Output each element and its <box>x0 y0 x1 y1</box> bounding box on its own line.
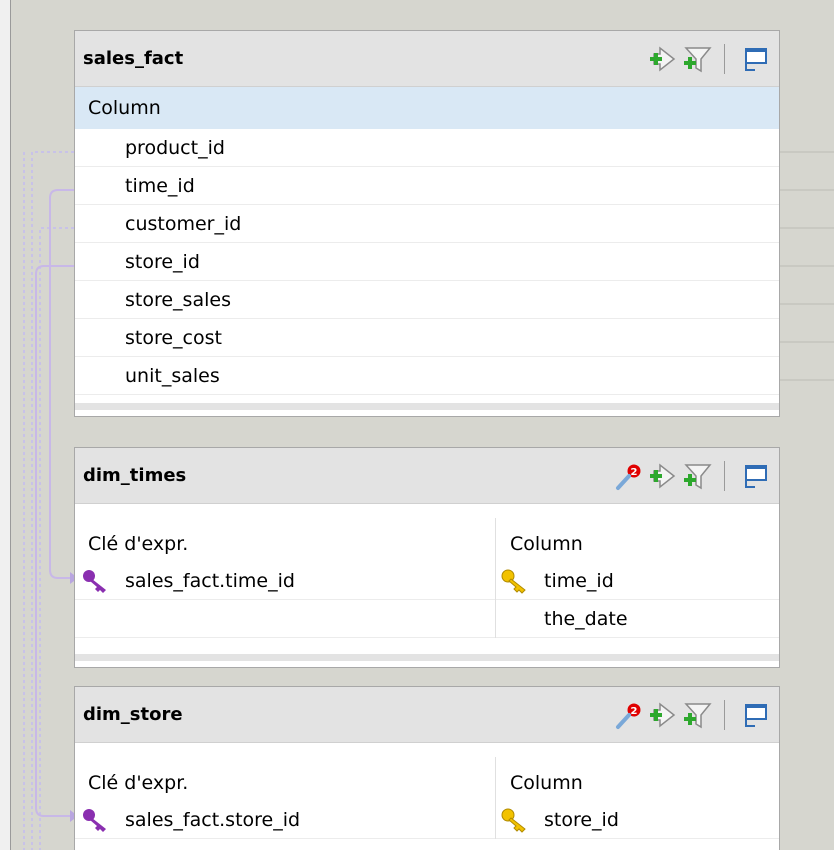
panel-header: dim_store 2 <box>75 687 779 743</box>
expression-key-column: Clé d'expr. sales_fact.store_id <box>75 757 496 839</box>
horizontal-scrollbar[interactable] <box>75 403 779 410</box>
add-filter-icon[interactable] <box>682 44 712 74</box>
column-header: Column <box>510 533 583 555</box>
connector-dotted-product <box>31 151 74 850</box>
panel-toolbar <box>648 39 771 79</box>
add-filter-icon[interactable] <box>682 700 712 730</box>
panel-header: dim_times 2 <box>75 448 779 504</box>
column-header: Column <box>510 772 583 794</box>
minimize-icon[interactable] <box>741 461 771 491</box>
expression-key-header: Clé d'expr. <box>88 533 189 555</box>
expression-key-label: sales_fact.store_id <box>125 809 301 831</box>
table-row[interactable]: time_id <box>496 562 779 600</box>
expression-builder-icon[interactable]: 2 <box>614 461 644 491</box>
expression-key-label: sales_fact.time_id <box>125 570 295 592</box>
table-row[interactable]: time_id <box>75 167 779 205</box>
panel-dim-store: dim_store 2 Clé d'expr. sales_fact.store… <box>74 686 780 850</box>
add-input-icon[interactable] <box>648 700 678 730</box>
table-row[interactable] <box>75 600 495 638</box>
table-row[interactable]: sales_fact.time_id <box>75 562 495 600</box>
table-row[interactable]: sales_fact.store_id <box>75 801 495 839</box>
connector-store <box>35 265 74 817</box>
panel-sales-fact: sales_fact Column product_id time_id cus… <box>74 30 780 417</box>
table-row[interactable]: the_date <box>496 600 779 638</box>
mapping-canvas: sales_fact Column product_id time_id cus… <box>0 0 834 850</box>
column-label: store_id <box>544 809 619 831</box>
minimize-icon[interactable] <box>741 44 771 74</box>
panel-title: dim_times <box>83 465 187 486</box>
column-label: time_id <box>544 570 614 592</box>
add-input-icon[interactable] <box>648 44 678 74</box>
add-input-icon[interactable] <box>648 461 678 491</box>
toolbar-separator <box>724 461 725 491</box>
badge-count: 2 <box>631 706 638 717</box>
toolbar-separator <box>724 700 725 730</box>
panel-header: sales_fact <box>75 31 779 87</box>
lookup-grid: Clé d'expr. sales_fact.store_id Column s… <box>75 757 779 839</box>
panel-dim-times: dim_times 2 Clé d'expr. sales_fact.time_… <box>74 447 780 668</box>
column-column: Column time_id the_date <box>496 518 779 638</box>
minimize-icon[interactable] <box>741 700 771 730</box>
table-row[interactable]: store_cost <box>75 319 779 357</box>
expression-key-header: Clé d'expr. <box>88 772 189 794</box>
primary-key-icon <box>500 568 530 594</box>
badge-count: 2 <box>631 467 638 478</box>
panel-toolbar: 2 <box>614 695 771 735</box>
expression-builder-icon[interactable]: 2 <box>614 700 644 730</box>
table-row[interactable]: customer_id <box>75 205 779 243</box>
connector-time <box>49 189 74 579</box>
add-filter-icon[interactable] <box>682 461 712 491</box>
column-header: Column <box>75 87 779 129</box>
toolbar-separator <box>724 44 725 74</box>
column-column: Column store_id <box>496 757 779 839</box>
horizontal-scrollbar[interactable] <box>75 654 779 661</box>
lookup-grid: Clé d'expr. sales_fact.time_id Column ti… <box>75 518 779 638</box>
expression-key-column: Clé d'expr. sales_fact.time_id <box>75 518 496 638</box>
primary-key-icon <box>500 807 530 833</box>
table-row[interactable]: store_id <box>75 243 779 281</box>
table-row[interactable]: unit_sales <box>75 357 779 395</box>
connector-dotted-customer <box>39 227 74 850</box>
table-row[interactable]: product_id <box>75 129 779 167</box>
panel-title: dim_store <box>83 704 183 725</box>
panel-toolbar: 2 <box>614 456 771 496</box>
table-row[interactable]: store_id <box>496 801 779 839</box>
table-row[interactable]: store_sales <box>75 281 779 319</box>
expression-key-icon <box>81 568 111 594</box>
expression-key-icon <box>81 807 111 833</box>
panel-title: sales_fact <box>83 48 184 69</box>
